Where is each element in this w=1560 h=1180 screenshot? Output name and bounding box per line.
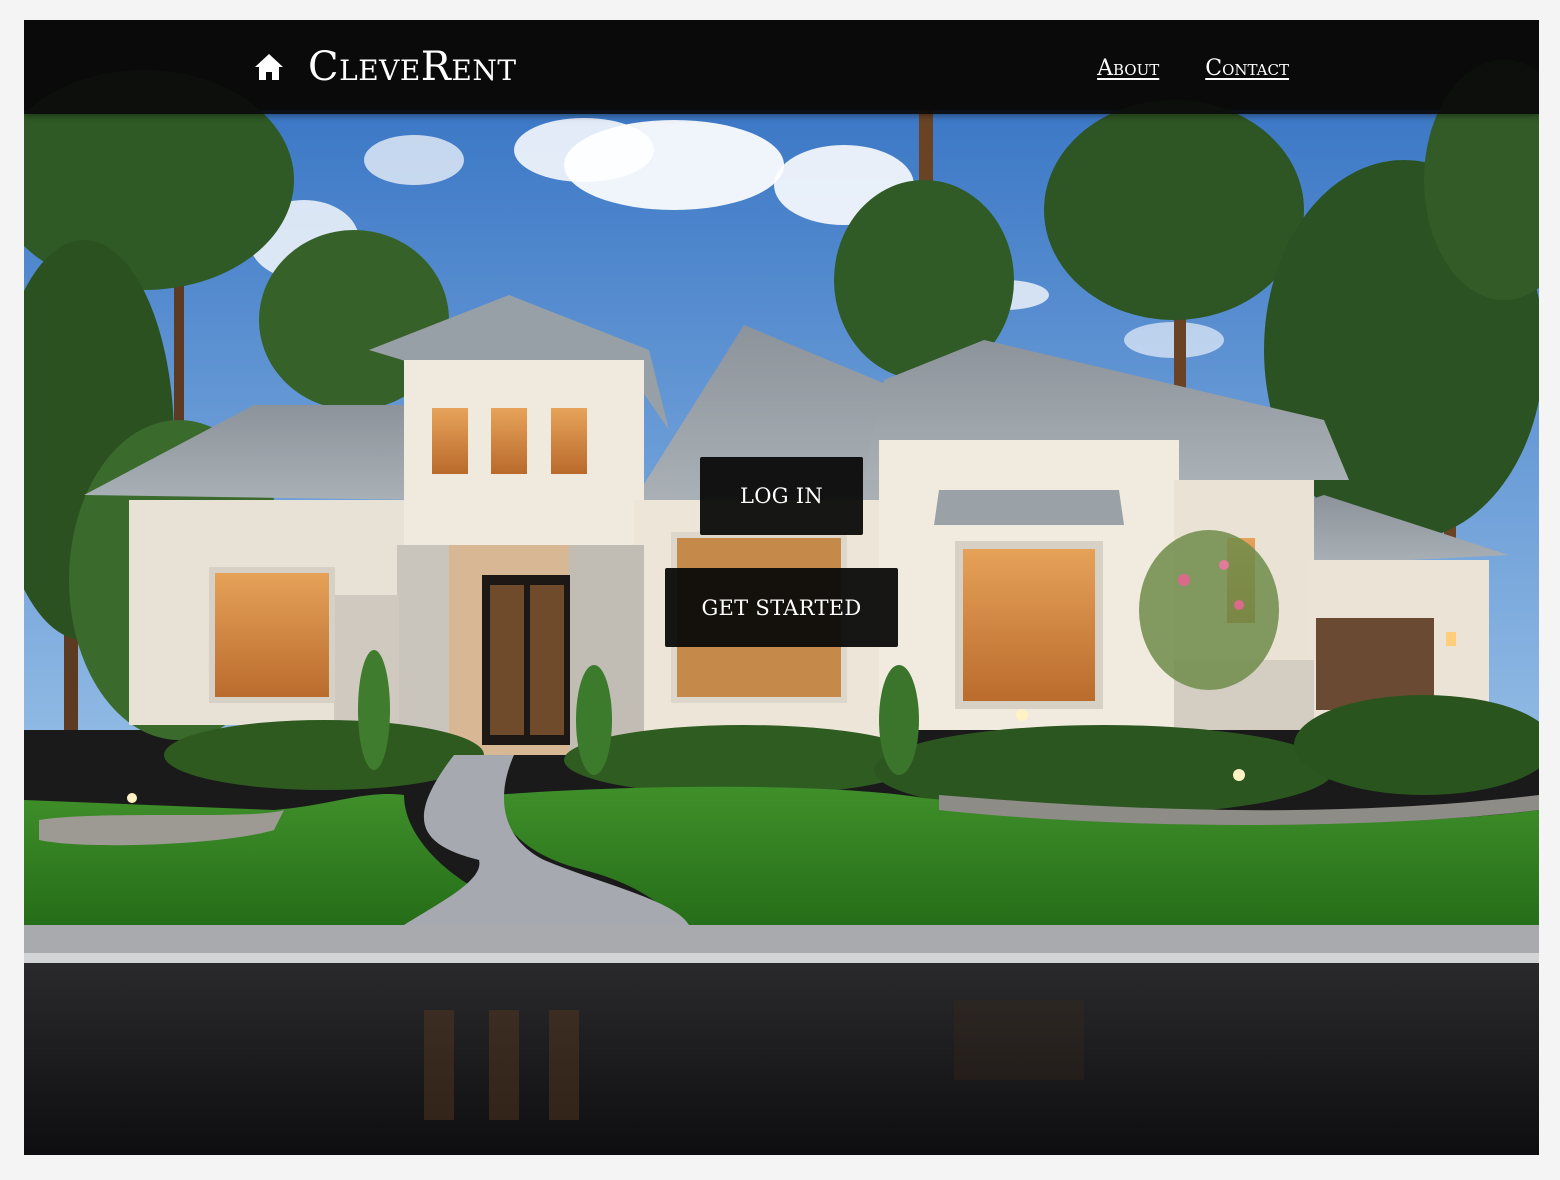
get-started-button[interactable]: GET STARTED [665,568,898,647]
brand-name: CleveRent [308,44,517,90]
nav-links: About Contact [1097,56,1289,81]
nav-link-about[interactable]: About [1097,56,1159,81]
brand-home-link[interactable]: CleveRent [254,42,517,92]
home-icon [254,53,284,81]
nav-link-contact[interactable]: Contact [1205,56,1289,81]
login-button[interactable]: LOG IN [700,457,863,535]
top-navbar: CleveRent About Contact [24,20,1539,114]
page-frame: CleveRent About Contact LOG IN GET START… [24,20,1539,1155]
